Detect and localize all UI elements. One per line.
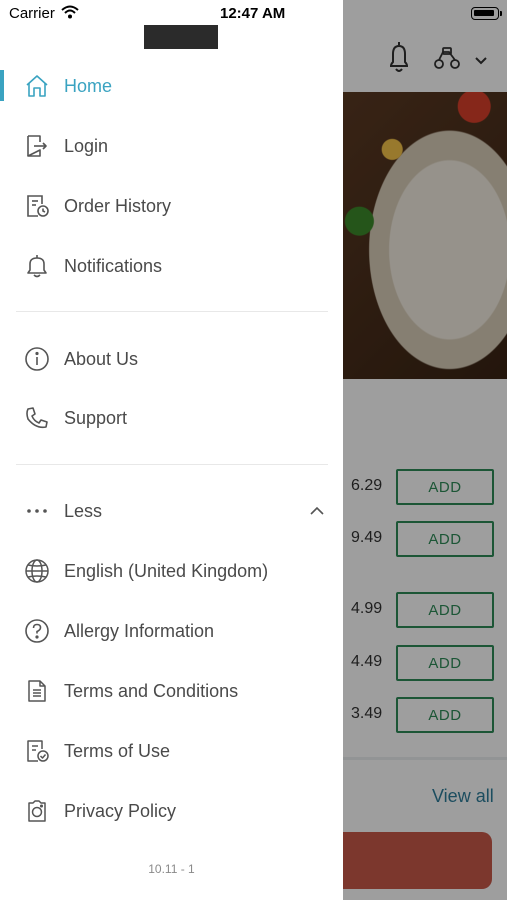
menu-item-allergy[interactable]: Allergy Information [0,605,343,657]
menu-label: Order History [64,195,172,216]
menu-label: Notifications [64,255,163,276]
info-icon [24,346,50,372]
home-icon [24,73,50,99]
chevron-up-icon [310,506,324,515]
globe-icon [24,558,50,584]
menu-divider [16,464,328,465]
document-icon [24,678,50,704]
menu-item-about-us[interactable]: About Us [0,333,343,385]
menu-label: Terms and Conditions [64,680,239,701]
question-icon [24,618,50,644]
menu-item-terms-of-use[interactable]: Terms of Use [0,725,343,777]
menu-label: Support [64,407,128,428]
menu-label: About Us [64,348,139,369]
menu-label: English (United Kingdom) [64,560,269,581]
wifi-icon [61,5,79,19]
menu-item-language[interactable]: English (United Kingdom) [0,545,343,597]
menu-label: Privacy Policy [64,800,177,821]
app-version: 10.11 - 1 [148,862,195,876]
bell-icon [24,253,50,279]
login-icon [24,133,50,159]
menu-label: Terms of Use [64,740,171,761]
menu-item-home[interactable]: Home [0,60,343,112]
menu-item-privacy[interactable]: Privacy Policy [0,785,343,837]
status-time: 12:47 AM [220,5,286,22]
menu-item-order-history[interactable]: Order History [0,180,343,232]
redacted-block [144,25,218,49]
menu-item-terms-conditions[interactable]: Terms and Conditions [0,665,343,717]
menu-item-login[interactable]: Login [0,120,343,172]
menu-toggle-less[interactable]: Less [0,485,343,537]
more-dots-icon [24,498,50,524]
side-drawer: Carrier 12:47 AM Home Login Order Histor… [0,0,343,900]
carrier-label: Carrier [9,5,55,22]
menu-divider [16,311,328,312]
document-check-icon [24,738,50,764]
menu-item-notifications[interactable]: Notifications [0,240,343,292]
phone-icon [24,405,50,431]
menu-label: Home [64,75,113,96]
menu-label: Allergy Information [64,620,215,641]
drawer-overlay[interactable] [343,0,507,900]
menu-label: Login [64,135,109,156]
order-history-icon [24,193,50,219]
privacy-icon [24,798,50,824]
menu-label: Less [64,500,103,521]
menu-item-support[interactable]: Support [0,392,343,444]
